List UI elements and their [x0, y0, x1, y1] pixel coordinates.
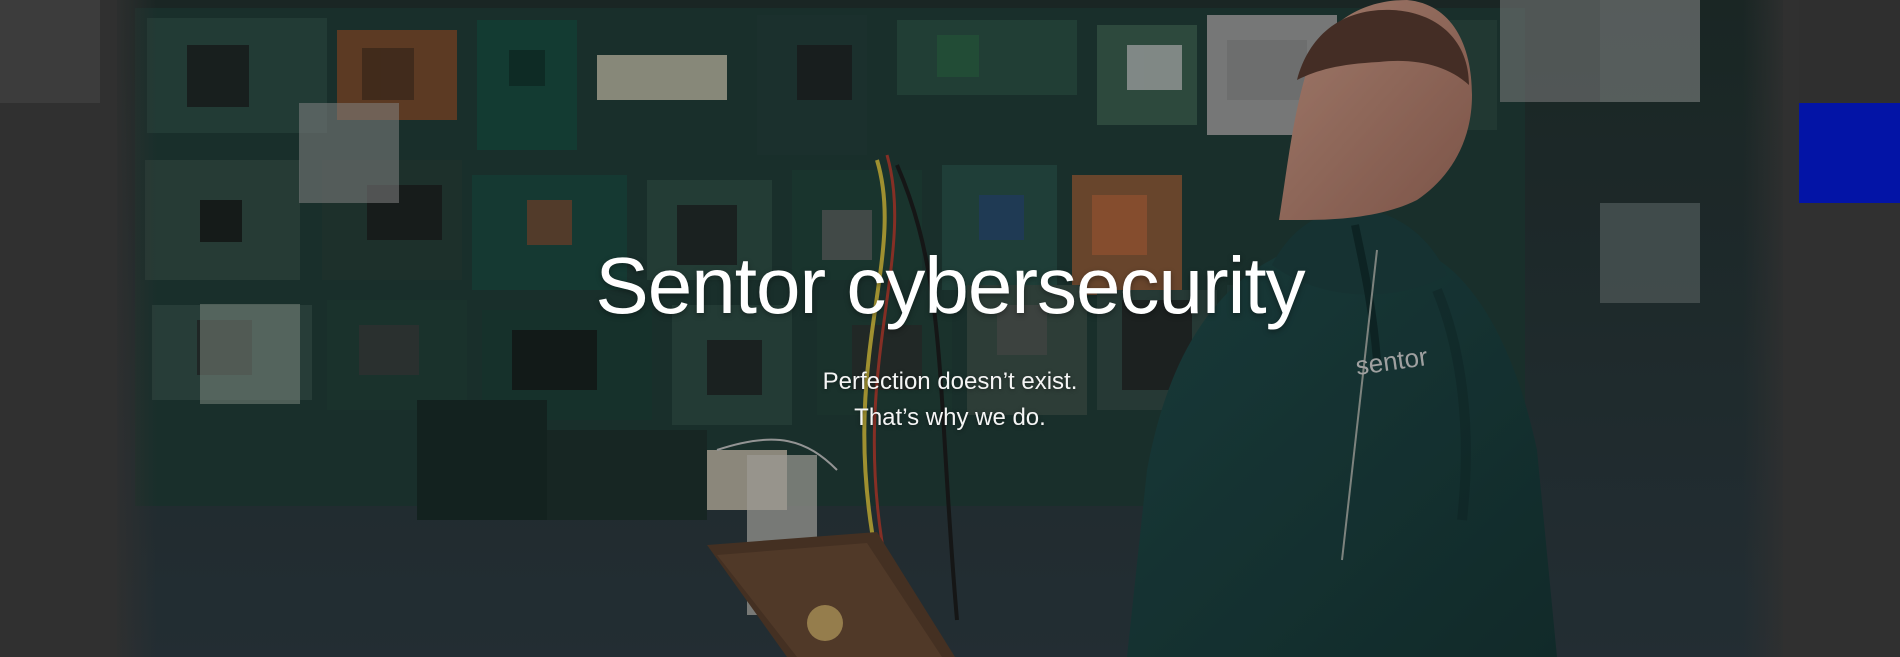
accent-blue-tile — [1799, 103, 1900, 203]
left-grey-tile — [0, 0, 100, 103]
hero-content: Sentor cybersecurity Perfection doesn’t … — [117, 238, 1783, 436]
right-top-grey-tile — [1799, 0, 1900, 102]
hero-subtitle: Perfection doesn’t exist. That’s why we … — [117, 364, 1783, 436]
overlay-tile-4 — [1600, 0, 1700, 102]
hero-subtitle-line-1: Perfection doesn’t exist. — [822, 368, 1078, 395]
hero-subtitle-line-2: That’s why we do. — [854, 404, 1046, 431]
page: sentor Sentor cybersecurity Perfection d… — [0, 0, 1900, 657]
hero-banner: sentor Sentor cybersecurity Perfection d… — [117, 0, 1783, 657]
overlay-tile-1 — [299, 103, 399, 203]
overlay-tile-3 — [1500, 0, 1600, 102]
hero-title: Sentor cybersecurity — [595, 241, 1305, 330]
